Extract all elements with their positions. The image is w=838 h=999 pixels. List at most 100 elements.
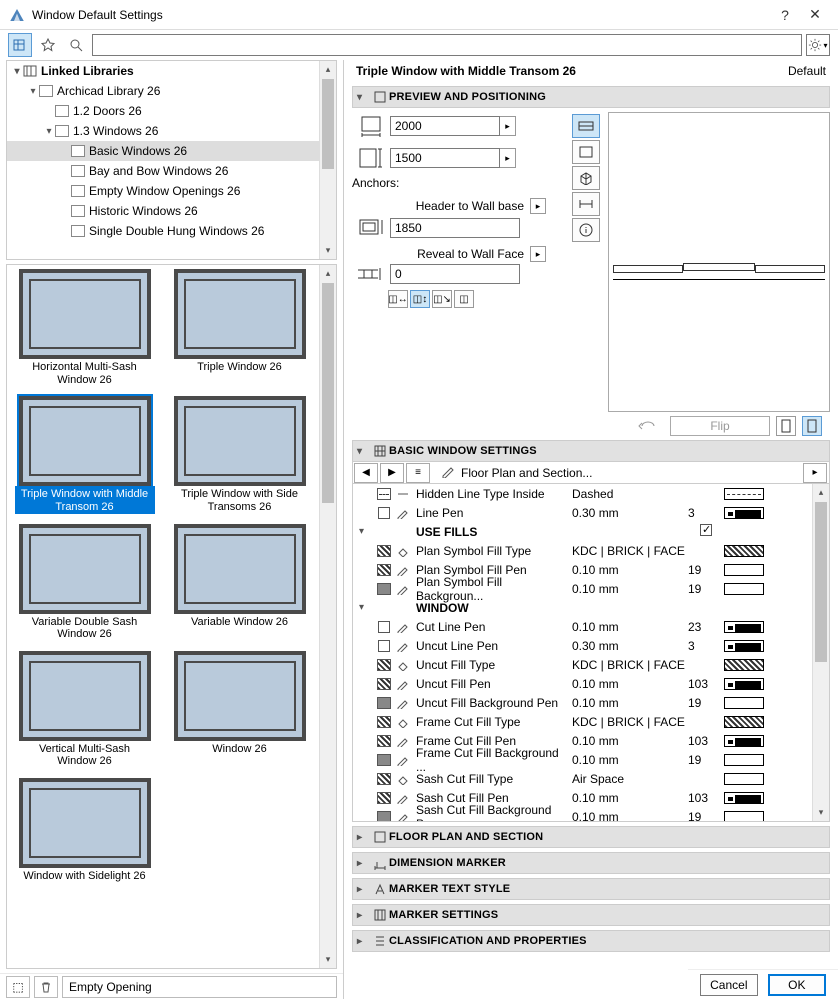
param-index[interactable]: 103: [688, 734, 724, 748]
panel-ms-header[interactable]: ▸ MARKER SETTINGS: [352, 904, 830, 926]
param-group[interactable]: ▾USE FILLS✓: [353, 522, 829, 541]
param-swatch[interactable]: [724, 792, 764, 804]
param-value[interactable]: 0.10 mm: [572, 563, 688, 577]
thumbnail-item[interactable]: Window with Sidelight 26: [7, 774, 162, 883]
view-elevation-button[interactable]: [572, 140, 600, 164]
view-3d-button[interactable]: [572, 166, 600, 190]
view-info-button[interactable]: [572, 218, 600, 242]
tree-scrollbar[interactable]: ▴ ▾: [319, 61, 336, 259]
param-swatch[interactable]: [724, 488, 764, 500]
reveal-anchor-menu[interactable]: ▸: [530, 246, 546, 262]
param-swatch[interactable]: [724, 773, 764, 785]
param-swatch[interactable]: [724, 811, 764, 823]
param-value[interactable]: 0.30 mm: [572, 506, 688, 520]
param-index[interactable]: 19: [688, 753, 724, 767]
opening-side-2-button[interactable]: [802, 416, 822, 436]
anchor-toggle-1[interactable]: ◫↔: [388, 290, 408, 308]
search-input[interactable]: [92, 34, 802, 56]
param-index[interactable]: 19: [688, 582, 724, 596]
param-value[interactable]: 0.30 mm: [572, 639, 688, 653]
param-swatch[interactable]: [724, 754, 764, 766]
anchor-toggle-4[interactable]: ◫: [454, 290, 474, 308]
param-value[interactable]: Air Space: [572, 772, 688, 786]
height-arrow-button[interactable]: ▸: [500, 148, 516, 168]
thumbnail-item[interactable]: Triple Window with Side Transoms 26: [162, 392, 317, 513]
thumbnail-item[interactable]: Window 26: [162, 647, 317, 768]
param-row[interactable]: Hidden Line Type InsideDashed: [353, 484, 829, 503]
param-value[interactable]: 0.10 mm: [572, 677, 688, 691]
param-row[interactable]: Plan Symbol Fill Backgroun...0.10 mm19: [353, 579, 829, 598]
param-value[interactable]: KDC | BRICK | FACE: [572, 715, 688, 729]
ok-button[interactable]: OK: [768, 974, 826, 996]
settings-button[interactable]: ▾: [806, 34, 830, 56]
bws-next-button[interactable]: ▶: [380, 463, 404, 483]
param-value[interactable]: KDC | BRICK | FACE: [572, 544, 688, 558]
flip-button[interactable]: Flip: [670, 416, 770, 436]
thumbnail-grid[interactable]: Horizontal Multi-Sash Window 26Triple Wi…: [6, 264, 337, 969]
param-row[interactable]: Frame Cut Fill TypeKDC | BRICK | FACE: [353, 712, 829, 731]
tree-item[interactable]: Basic Windows 26: [7, 141, 336, 161]
opening-name[interactable]: Empty Opening: [62, 976, 337, 998]
library-tree[interactable]: ▾ Linked Libraries ▾Archicad Library 261…: [6, 60, 337, 260]
tree-item[interactable]: ▾1.3 Windows 26: [7, 121, 336, 141]
param-swatch[interactable]: [724, 640, 764, 652]
height-input[interactable]: [390, 148, 500, 168]
param-index[interactable]: 19: [688, 810, 724, 823]
param-row[interactable]: Plan Symbol Fill TypeKDC | BRICK | FACE: [353, 541, 829, 560]
params-scrollbar[interactable]: ▴ ▾: [812, 484, 829, 821]
header-anchor-menu[interactable]: ▸: [530, 198, 546, 214]
param-value[interactable]: 0.10 mm: [572, 753, 688, 767]
param-index[interactable]: 19: [688, 563, 724, 577]
param-value[interactable]: 0.10 mm: [572, 620, 688, 634]
thumbnail-item[interactable]: Variable Double Sash Window 26: [7, 520, 162, 641]
panel-cap-header[interactable]: ▸ CLASSIFICATION AND PROPERTIES: [352, 930, 830, 952]
param-swatch[interactable]: [724, 678, 764, 690]
tree-item[interactable]: Bay and Bow Windows 26: [7, 161, 336, 181]
panel-mts-header[interactable]: ▸ MARKER TEXT STYLE: [352, 878, 830, 900]
param-row[interactable]: Uncut Fill TypeKDC | BRICK | FACE: [353, 655, 829, 674]
thumbnail-item[interactable]: Triple Window with Middle Transom 26: [7, 392, 162, 513]
trash-button[interactable]: [34, 976, 58, 998]
param-index[interactable]: 103: [688, 791, 724, 805]
param-value[interactable]: 0.10 mm: [572, 810, 688, 823]
panel-basic-header[interactable]: ▾ BASIC WINDOW SETTINGS: [352, 440, 830, 462]
bws-list-button[interactable]: ≡: [406, 463, 430, 483]
view-section-button[interactable]: [572, 192, 600, 216]
param-value[interactable]: Dashed: [572, 487, 688, 501]
anchor-toggle-2[interactable]: ◫↕: [410, 290, 430, 308]
opening-side-1-button[interactable]: [776, 416, 796, 436]
thumbnail-item[interactable]: Vertical Multi-Sash Window 26: [7, 647, 162, 768]
param-group[interactable]: ▾WINDOW: [353, 598, 829, 617]
bws-prev-button[interactable]: ◀: [354, 463, 378, 483]
param-swatch[interactable]: [724, 697, 764, 709]
panel-preview-header[interactable]: ▾ PREVIEW AND POSITIONING: [352, 86, 830, 108]
thumbnail-item[interactable]: Triple Window 26: [162, 265, 317, 386]
param-index[interactable]: 23: [688, 620, 724, 634]
tree-item[interactable]: Historic Windows 26: [7, 201, 336, 221]
bws-more-button[interactable]: ▸: [803, 463, 827, 483]
help-button[interactable]: ?: [770, 7, 800, 23]
tree-item[interactable]: Empty Window Openings 26: [7, 181, 336, 201]
panel-fps-header[interactable]: ▸ FLOOR PLAN AND SECTION: [352, 826, 830, 848]
search-button[interactable]: [64, 33, 88, 57]
thumbnail-item[interactable]: Horizontal Multi-Sash Window 26: [7, 265, 162, 386]
param-swatch[interactable]: [724, 716, 764, 728]
panel-dm-header[interactable]: ▸ DIMENSION MARKER: [352, 852, 830, 874]
param-row[interactable]: Sash Cut Fill Background Pen0.10 mm19: [353, 807, 829, 822]
param-swatch[interactable]: [724, 545, 764, 557]
param-swatch[interactable]: [724, 564, 764, 576]
param-value[interactable]: KDC | BRICK | FACE: [572, 658, 688, 672]
param-value[interactable]: 0.10 mm: [572, 791, 688, 805]
view-plan-button[interactable]: [572, 114, 600, 138]
param-swatch[interactable]: [724, 735, 764, 747]
param-row[interactable]: Uncut Fill Pen0.10 mm103: [353, 674, 829, 693]
cancel-button[interactable]: Cancel: [700, 974, 758, 996]
param-row[interactable]: Cut Line Pen0.10 mm23: [353, 617, 829, 636]
close-button[interactable]: ✕: [800, 6, 830, 23]
param-value[interactable]: 0.10 mm: [572, 582, 688, 596]
param-swatch[interactable]: [724, 621, 764, 633]
param-row[interactable]: Sash Cut Fill TypeAir Space: [353, 769, 829, 788]
param-row[interactable]: Uncut Fill Background Pen0.10 mm19: [353, 693, 829, 712]
param-value[interactable]: 0.10 mm: [572, 734, 688, 748]
arrow-up-button[interactable]: ⬚: [6, 976, 30, 998]
